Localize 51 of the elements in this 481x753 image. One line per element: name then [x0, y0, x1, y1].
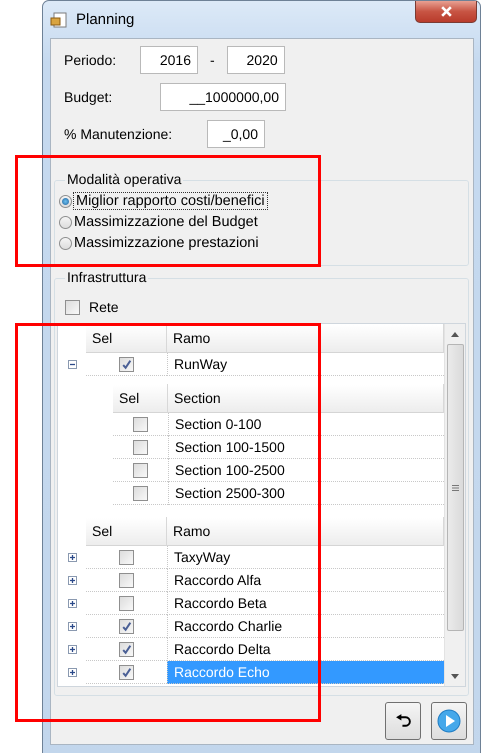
input-field[interactable]: _0,00	[207, 120, 265, 148]
checkbox[interactable]	[119, 618, 134, 634]
column-header[interactable]: Ramo	[167, 324, 444, 353]
checkbox-label: Rete	[89, 299, 119, 315]
input-field[interactable]: 2016	[140, 46, 198, 74]
radio-option[interactable]: Miglior rapporto costi/benefici	[59, 191, 468, 211]
play-button[interactable]	[431, 702, 467, 740]
field-label: Budget:	[64, 89, 114, 105]
close-button[interactable]	[415, 1, 477, 23]
group-title: Infrastruttura	[65, 269, 148, 285]
column-header[interactable]: Sel	[113, 384, 168, 413]
scroll-up-icon[interactable]	[451, 332, 459, 336]
radio-option[interactable]: Massimizzazione del Budget	[59, 212, 468, 232]
expand-icon[interactable]	[68, 576, 76, 585]
input-field[interactable]: 2020	[226, 46, 285, 74]
undo-icon	[394, 714, 412, 728]
window-title: Planning	[76, 11, 134, 28]
checkbox[interactable]	[65, 300, 80, 314]
undo-button[interactable]	[385, 702, 421, 740]
column-header[interactable]: Ramo	[167, 517, 444, 546]
grip-icon	[452, 484, 458, 490]
expand-icon[interactable]	[68, 553, 76, 562]
input-field[interactable]: __1000000,00	[160, 83, 286, 111]
checkbox[interactable]	[119, 356, 134, 372]
expand-icon[interactable]	[68, 599, 76, 608]
separator-label: -	[210, 52, 215, 68]
checkbox[interactable]	[119, 572, 134, 588]
document-icon	[50, 12, 68, 28]
expand-icon[interactable]	[68, 645, 76, 654]
checkbox[interactable]	[133, 486, 148, 500]
expand-icon[interactable]	[68, 622, 76, 631]
scroll-down-icon[interactable]	[451, 674, 459, 678]
collapse-icon[interactable]	[68, 360, 76, 369]
checkbox[interactable]	[119, 596, 134, 610]
column-header[interactable]: Sel	[86, 517, 167, 546]
field-label: Periodo:	[64, 52, 118, 68]
close-icon	[440, 6, 452, 17]
radio-option[interactable]: Massimizzazione prestazioni	[59, 233, 468, 253]
expand-icon[interactable]	[68, 668, 76, 677]
group-title: Modalità operativa	[65, 171, 184, 187]
scrollbar[interactable]	[444, 324, 465, 686]
play-icon	[437, 709, 461, 733]
checkbox[interactable]	[133, 462, 148, 478]
column-header[interactable]: Sel	[86, 324, 167, 353]
checkbox[interactable]	[133, 416, 148, 432]
checkbox[interactable]	[119, 642, 134, 656]
field-label: % Manutenzione:	[64, 126, 174, 142]
checkbox[interactable]	[119, 664, 134, 680]
checkbox[interactable]	[133, 440, 148, 454]
column-header[interactable]: Section	[168, 384, 444, 413]
checkbox[interactable]	[119, 550, 134, 564]
